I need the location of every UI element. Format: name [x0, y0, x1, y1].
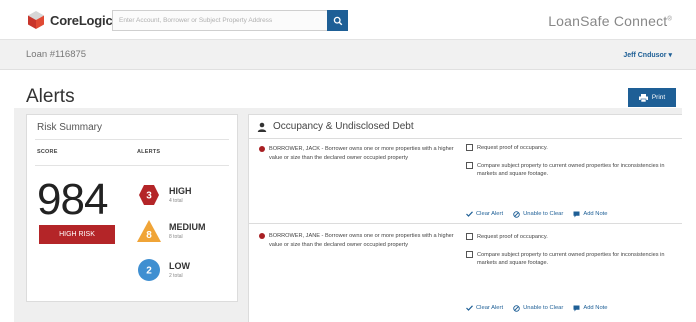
- alert-dot-icon: [259, 146, 265, 152]
- checkmark-icon: [466, 211, 473, 217]
- alert-medium-count: 8: [146, 230, 152, 241]
- search-button[interactable]: [327, 10, 348, 31]
- risk-summary-title: Risk Summary: [37, 122, 103, 133]
- alert-low[interactable]: 2 LOW 2 total: [137, 258, 237, 284]
- unable-to-clear-button[interactable]: Unable to Clear: [513, 209, 563, 219]
- prohibited-icon: [513, 304, 520, 312]
- prohibited-icon: [513, 210, 520, 218]
- divider: [249, 223, 682, 224]
- task-label: Compare subject property to current owne…: [477, 163, 665, 178]
- alert-low-count: 2: [146, 266, 152, 277]
- risk-level-badge: HIGH RISK: [39, 225, 115, 244]
- alert-medium[interactable]: 8 MEDIUM 8 total: [137, 219, 237, 245]
- add-note-button[interactable]: Add Note: [573, 209, 608, 219]
- comment-icon: [573, 211, 580, 217]
- alert-actions: Clear Alert Unable to Clear Add Note: [466, 209, 608, 219]
- task-item[interactable]: Request proof of occupancy.: [466, 233, 666, 241]
- task-checkbox[interactable]: [466, 144, 473, 151]
- divider: [35, 139, 229, 140]
- triangle-icon: 8: [137, 220, 161, 242]
- score-header: SCORE: [37, 149, 58, 155]
- occupancy-title: Occupancy & Undisclosed Debt: [273, 121, 414, 132]
- alert-high-label: HIGH: [169, 186, 192, 196]
- task-item[interactable]: Compare subject property to current owne…: [466, 251, 666, 268]
- divider: [35, 165, 229, 166]
- alert-dot-icon: [259, 233, 265, 239]
- top-header: CoreLogic® LoanSafe Connect®: [0, 0, 696, 40]
- alerts-header: ALERTS: [137, 149, 161, 155]
- person-icon: [257, 122, 267, 132]
- task-checkbox[interactable]: [466, 162, 473, 169]
- divider: [249, 138, 682, 139]
- product-brand: LoanSafe Connect®: [548, 13, 672, 29]
- clear-alert-button[interactable]: Clear Alert: [466, 303, 503, 313]
- occupancy-panel: Occupancy & Undisclosed Debt BORROWER, J…: [248, 114, 682, 322]
- task-label: Compare subject property to current owne…: [477, 252, 665, 267]
- risk-score: 984: [37, 175, 108, 224]
- unable-to-clear-button[interactable]: Unable to Clear: [513, 303, 563, 313]
- print-label: Print: [651, 94, 666, 101]
- loan-number: Loan #116875: [26, 49, 87, 60]
- risk-summary-panel: Risk Summary SCORE ALERTS 984 HIGH RISK …: [26, 114, 238, 302]
- borrower-alert: BORROWER, JANE - Borrower owns one or mo…: [259, 232, 459, 249]
- circle-icon: 2: [138, 259, 160, 281]
- corelogic-logo-icon: [28, 11, 44, 29]
- task-item[interactable]: Request proof of occupancy.: [466, 144, 666, 152]
- comment-icon: [573, 305, 580, 311]
- page-title: Alerts: [26, 86, 75, 107]
- logo-text: CoreLogic®: [50, 12, 117, 28]
- search-icon: [333, 16, 342, 25]
- hexagon-icon: 3: [139, 185, 159, 205]
- search-bar: [112, 10, 348, 31]
- borrower-alert-text: BORROWER, JACK - Borrower owns one or mo…: [269, 146, 454, 161]
- task-item[interactable]: Compare subject property to current owne…: [466, 162, 666, 179]
- task-label: Request proof of occupancy.: [477, 145, 548, 151]
- add-note-button[interactable]: Add Note: [573, 303, 608, 313]
- alert-low-total: 2 total: [169, 273, 183, 279]
- checkmark-icon: [466, 305, 473, 311]
- task-label: Request proof of occupancy.: [477, 234, 548, 240]
- alert-high-total: 4 total: [169, 198, 183, 204]
- borrower-alert-text: BORROWER, JANE - Borrower owns one or mo…: [269, 233, 454, 248]
- alert-high-count: 3: [146, 191, 152, 202]
- borrower-alert: BORROWER, JACK - Borrower owns one or mo…: [259, 145, 459, 162]
- user-menu[interactable]: Jeff Cndusor ▾: [623, 51, 672, 59]
- alert-actions: Clear Alert Unable to Clear Add Note: [466, 303, 608, 313]
- search-input[interactable]: [112, 10, 327, 31]
- alert-low-label: LOW: [169, 261, 190, 271]
- task-checkbox[interactable]: [466, 233, 473, 240]
- corelogic-logo[interactable]: CoreLogic®: [26, 9, 117, 31]
- loan-subheader: Loan #116875 Jeff Cndusor ▾: [0, 40, 696, 70]
- print-button[interactable]: Print: [628, 88, 676, 107]
- printer-icon: [638, 93, 648, 102]
- alert-high[interactable]: 3 HIGH 4 total: [137, 183, 237, 209]
- alert-medium-label: MEDIUM: [169, 222, 206, 232]
- task-checkbox[interactable]: [466, 251, 473, 258]
- alert-medium-total: 8 total: [169, 234, 183, 240]
- clear-alert-button[interactable]: Clear Alert: [466, 209, 503, 219]
